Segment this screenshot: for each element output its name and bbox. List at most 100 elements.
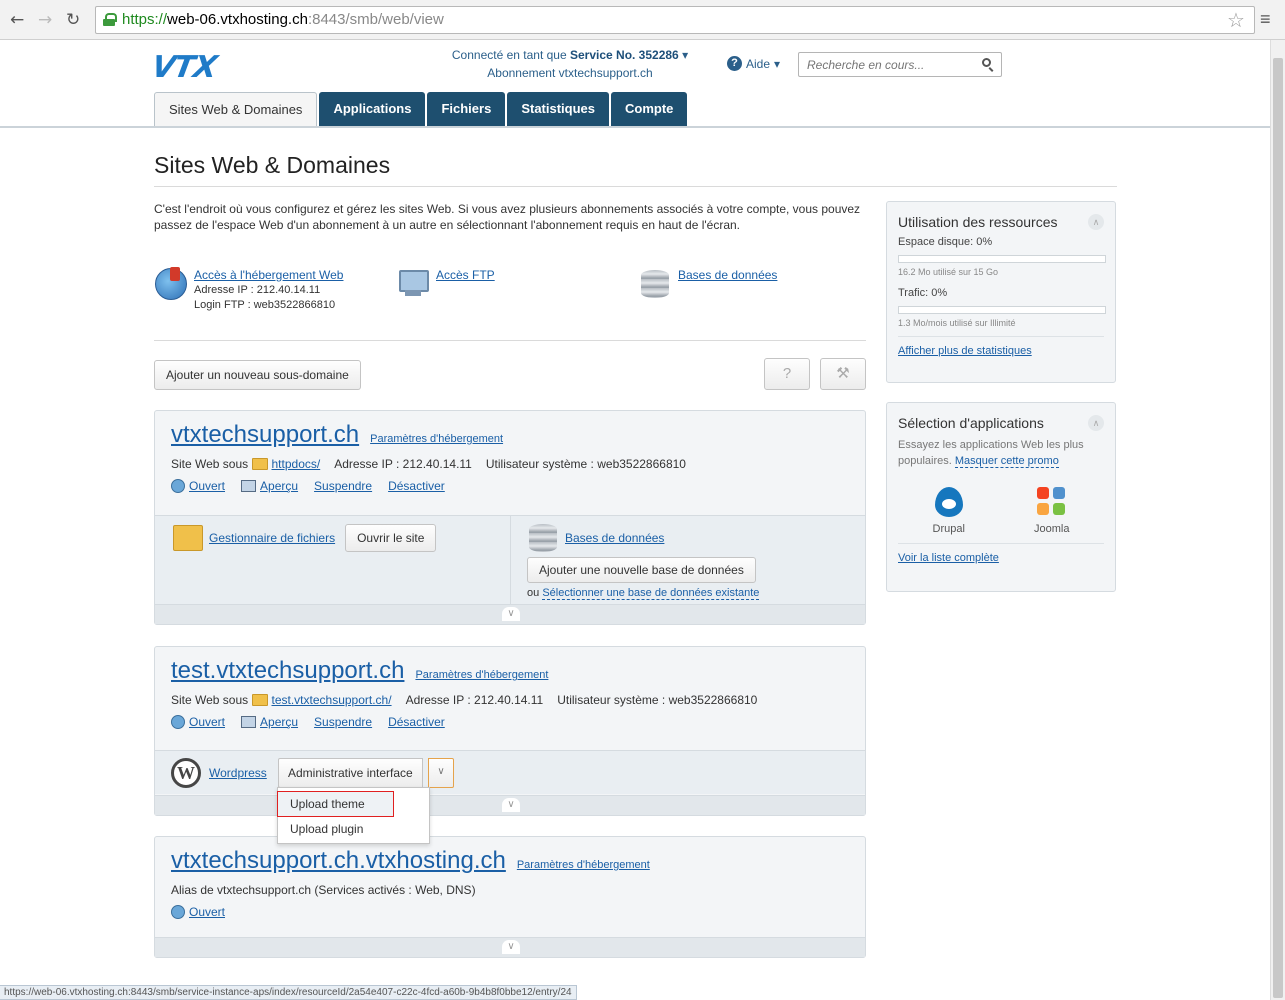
- upload-theme-item[interactable]: Upload theme: [277, 791, 394, 817]
- browser-menu-icon[interactable]: ≡: [1260, 9, 1271, 30]
- site-label: Site Web sous: [171, 457, 249, 471]
- chevron-down-icon[interactable]: ∨: [502, 940, 520, 954]
- help-menu[interactable]: ? Aide ▾: [727, 56, 780, 71]
- widget-title: Utilisation des ressources: [898, 214, 1058, 230]
- wrench-icon[interactable]: ⚒: [820, 358, 866, 390]
- divider: [154, 186, 1117, 187]
- service-dropdown-icon[interactable]: ▾: [682, 48, 688, 62]
- help-button[interactable]: ?: [764, 358, 810, 390]
- system-user: Utilisateur système : web3522866810: [485, 457, 686, 471]
- scrollbar-thumb[interactable]: [1273, 58, 1283, 998]
- preview-icon: [241, 480, 257, 492]
- docroot-link[interactable]: httpdocs/: [272, 457, 321, 471]
- open-link[interactable]: Ouvert: [189, 715, 225, 729]
- question-icon: ?: [727, 56, 742, 71]
- search-icon[interactable]: [982, 58, 991, 67]
- status-bar-url: https://web-06.vtxhosting.ch:8443/smb/se…: [0, 985, 577, 1000]
- vtx-logo[interactable]: VTX: [149, 50, 219, 85]
- card-footer: ∨: [155, 604, 865, 624]
- wordpress-app-row: W Wordpress Administrative interface ∨: [155, 750, 865, 794]
- globe-icon: [171, 905, 185, 919]
- address-bar[interactable]: https://web-06.vtxhosting.ch:8443/smb/we…: [95, 6, 1255, 34]
- tab-statistics[interactable]: Statistiques: [507, 92, 609, 126]
- preview-link[interactable]: Aperçu: [260, 479, 298, 493]
- tab-files[interactable]: Fichiers: [427, 92, 506, 126]
- file-manager-link[interactable]: Gestionnaire de fichiers: [209, 531, 335, 545]
- page-intro: C'est l'endroit où vous configurez et gé…: [154, 202, 861, 232]
- back-icon[interactable]: ←: [10, 10, 24, 30]
- hosting-settings-link[interactable]: Paramètres d'hébergement: [415, 669, 548, 681]
- resource-usage-widget: Utilisation des ressources ∧ Espace disqu…: [886, 201, 1116, 383]
- app-joomla[interactable]: Joomla: [1034, 487, 1069, 535]
- suspend-link[interactable]: Suspendre: [314, 715, 372, 729]
- reload-icon[interactable]: ↻: [66, 10, 80, 30]
- open-link[interactable]: Ouvert: [189, 479, 225, 493]
- disk-usage-label: Espace disque: 0%: [898, 236, 993, 248]
- databases-link[interactable]: Bases de données: [678, 268, 777, 283]
- connected-label: Connecté en tant que: [451, 48, 567, 62]
- domain-name[interactable]: vtxtechsupport.ch: [171, 421, 359, 449]
- more-stats-link[interactable]: Afficher plus de statistiques: [898, 345, 1104, 357]
- chevron-down-icon[interactable]: ∨: [428, 758, 454, 788]
- disable-link[interactable]: Désactiver: [388, 479, 445, 493]
- search-input[interactable]: [799, 53, 969, 76]
- ftp-icon: [397, 268, 429, 300]
- select-database-link[interactable]: Sélectionner une base de données existan…: [542, 587, 760, 600]
- chevron-down-icon: ▾: [774, 56, 781, 71]
- app-drupal[interactable]: Drupal: [933, 487, 965, 535]
- full-list-link[interactable]: Voir la liste complète: [898, 552, 1104, 564]
- globe-icon: [155, 267, 187, 300]
- service-number[interactable]: Service No. 352286: [570, 48, 679, 62]
- bookmark-star-icon[interactable]: ☆: [1227, 8, 1245, 33]
- add-subdomain-button[interactable]: Ajouter un nouveau sous-domaine: [154, 360, 361, 390]
- divider: [898, 336, 1104, 337]
- folder-icon: [251, 694, 268, 706]
- suspend-link[interactable]: Suspendre: [314, 479, 372, 493]
- divider: [510, 516, 511, 606]
- collapse-icon[interactable]: ∧: [1088, 214, 1104, 230]
- hosting-settings-link[interactable]: Paramètres d'hébergement: [370, 433, 503, 445]
- databases-access: Bases de données: [639, 268, 777, 300]
- open-site-button[interactable]: Ouvrir le site: [345, 524, 437, 552]
- disable-link[interactable]: Désactiver: [388, 715, 445, 729]
- joomla-icon: [1036, 487, 1067, 517]
- site-label: Site Web sous: [171, 693, 249, 707]
- web-hosting-access-link[interactable]: Accès à l'hébergement Web: [194, 268, 343, 283]
- domain-name[interactable]: test.vtxtechsupport.ch: [171, 657, 404, 685]
- database-icon: [527, 522, 559, 554]
- wordpress-link[interactable]: Wordpress: [209, 766, 267, 780]
- subscription-name[interactable]: vtxtechsupport.ch: [559, 66, 653, 80]
- ip-address: Adresse IP : 212.40.14.11: [405, 693, 544, 707]
- scrollbar[interactable]: [1270, 40, 1285, 1000]
- tab-websites-domains[interactable]: Sites Web & Domaines: [154, 92, 318, 126]
- open-link[interactable]: Ouvert: [189, 905, 225, 919]
- browser-toolbar: ← → ↻ https://web-06.vtxhosting.ch:8443/…: [0, 0, 1285, 40]
- drupal-icon: [934, 487, 963, 517]
- hide-promo-link[interactable]: Masquer cette promo: [954, 455, 1059, 468]
- chevron-down-icon[interactable]: ∨: [502, 798, 520, 812]
- forward-icon[interactable]: →: [38, 10, 52, 30]
- hosting-settings-link[interactable]: Paramètres d'hébergement: [517, 859, 650, 871]
- tab-account[interactable]: Compte: [611, 92, 688, 126]
- login-info: Connecté en tant que Service No. 352286 …: [420, 46, 720, 82]
- globe-icon: [171, 715, 185, 729]
- database-icon: [639, 268, 671, 300]
- collapse-icon[interactable]: ∧: [1088, 415, 1104, 431]
- administrative-interface-button[interactable]: Administrative interface: [278, 758, 423, 788]
- chevron-down-icon[interactable]: ∨: [502, 607, 520, 621]
- ftp-access-link[interactable]: Accès FTP: [436, 268, 495, 283]
- divider: [154, 340, 866, 341]
- url-host: web-06.vtxhosting.ch: [167, 11, 308, 28]
- upload-plugin-item[interactable]: Upload plugin: [278, 816, 429, 843]
- url-path: :8443/smb/web/view: [307, 11, 444, 28]
- tab-applications[interactable]: Applications: [319, 92, 426, 126]
- add-database-button[interactable]: Ajouter une nouvelle base de données: [527, 557, 756, 583]
- folder-icon: [251, 458, 268, 470]
- panel-header: VTX Connecté en tant que Service No. 352…: [0, 40, 1270, 128]
- lock-icon: [103, 13, 117, 26]
- docroot-link[interactable]: test.vtxtechsupport.ch/: [272, 693, 392, 707]
- preview-link[interactable]: Aperçu: [260, 715, 298, 729]
- databases-link[interactable]: Bases de données: [565, 531, 664, 545]
- domain-name[interactable]: vtxtechsupport.ch.vtxhosting.ch: [171, 847, 506, 875]
- ftp-login: Login FTP : web3522866810: [194, 299, 336, 311]
